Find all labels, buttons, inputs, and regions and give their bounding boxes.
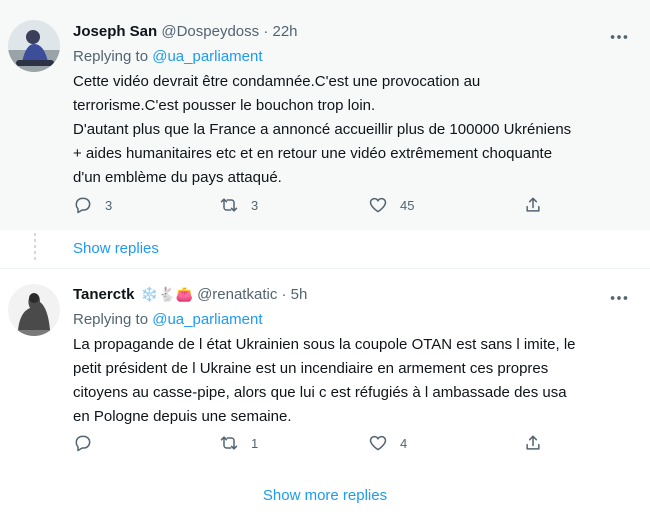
reply-button[interactable]: 3 (73, 195, 112, 215)
retweet-count: 3 (251, 197, 259, 213)
author-name[interactable]: Tanerctk (73, 286, 134, 303)
author-handle[interactable]: @renatkatic (197, 286, 277, 303)
tweet-actions: 3 3 45 (73, 195, 553, 219)
retweet-button[interactable]: 1 (219, 433, 258, 453)
reply-icon (75, 435, 91, 452)
replying-to: Replying to @ua_parliament (73, 311, 263, 328)
avatar[interactable] (8, 284, 60, 336)
share-icon (526, 435, 540, 450)
replying-to-label: Replying to (73, 311, 149, 328)
mention-link[interactable]: @ua_parliament (152, 48, 262, 65)
replying-to-label: Replying to (73, 48, 149, 65)
like-button[interactable]: 4 (368, 433, 407, 453)
tweet-text-line: Cette vidéo devrait être condamnée.C'est… (73, 73, 481, 90)
heart-icon (369, 197, 387, 213)
tweet-text-line: + aides humanitaires etc et en retour un… (73, 145, 553, 162)
author-handle[interactable]: @Dospeydoss (161, 23, 259, 40)
replying-to: Replying to @ua_parliament (73, 48, 263, 65)
name-emojis: ❄️🐇👛 (140, 286, 193, 302)
retweet-icon (220, 198, 238, 212)
share-icon (526, 197, 540, 212)
show-more-replies-link[interactable]: Show more replies (0, 487, 650, 504)
separator: · (263, 23, 269, 40)
like-count: 45 (400, 197, 415, 213)
reply-count: 3 (105, 197, 113, 213)
avatar[interactable] (8, 20, 60, 72)
like-count: 4 (400, 435, 408, 451)
tweet-header: Tanerctk ❄️🐇👛 @renatkatic · 5h (73, 286, 307, 303)
mention-link[interactable]: @ua_parliament (152, 311, 262, 328)
tweet-text-line: d'un emblème du pays attaqué. (73, 169, 282, 186)
tweet[interactable]: Tanerctk ❄️🐇👛 @renatkatic · 5h Replying … (0, 268, 650, 481)
tweet-text-line: citoyens au casse-pipe, alors que lui c … (73, 384, 567, 401)
like-button[interactable]: 45 (368, 195, 414, 215)
avatar-image (8, 284, 60, 336)
share-button[interactable] (523, 433, 543, 453)
separator: · (281, 286, 287, 303)
tweet[interactable]: Joseph San @Dospeydoss · 22h Replying to… (0, 0, 650, 230)
tweet-text-line: petit président de l Ukraine est un ince… (73, 360, 549, 377)
timestamp[interactable]: 5h (291, 286, 308, 303)
thread-connector (34, 233, 36, 263)
tweet-text-line: D'autant plus que la France a annoncé ac… (73, 121, 572, 138)
tweet-text-line: La propagande de l état Ukrainien sous l… (73, 336, 576, 353)
tweet-actions: 1 4 (73, 433, 553, 457)
tweet-text-line: en Pologne depuis une semaine. (73, 408, 292, 425)
retweet-count: 1 (251, 435, 259, 451)
tweet-text: La propagande de l état Ukrainien sous l… (73, 333, 643, 429)
tweet-text-line: terrorisme.C'est pousser le bouchon trop… (73, 97, 376, 114)
share-button[interactable] (523, 195, 543, 215)
avatar-image (8, 20, 60, 72)
tweet-header: Joseph San @Dospeydoss · 22h (73, 23, 298, 40)
heart-icon (369, 435, 387, 451)
reply-button[interactable] (73, 433, 105, 453)
tweet-text: Cette vidéo devrait être condamnée.C'est… (73, 70, 643, 190)
retweet-icon (220, 436, 238, 450)
more-options-icon[interactable] (608, 26, 630, 48)
reply-icon (75, 197, 91, 214)
timestamp[interactable]: 22h (273, 23, 298, 40)
retweet-button[interactable]: 3 (219, 195, 258, 215)
author-name[interactable]: Joseph San (73, 23, 157, 40)
show-replies-link[interactable]: Show replies (73, 240, 159, 257)
more-options-icon[interactable] (608, 287, 630, 309)
